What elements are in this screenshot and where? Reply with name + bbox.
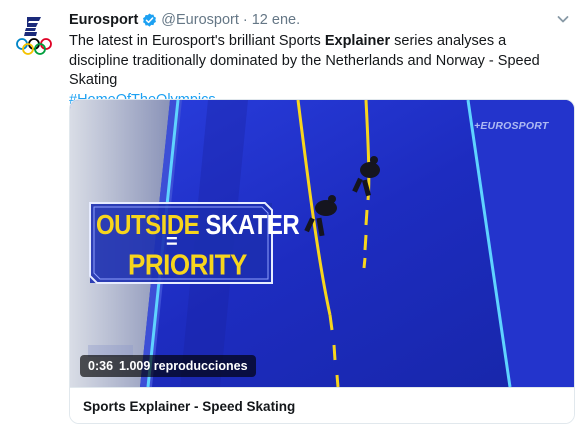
video-stats-overlay: 0:36 1.009 reproducciones: [80, 355, 256, 377]
separator-dot: ·: [242, 12, 248, 28]
author-name[interactable]: Eurosport: [69, 11, 138, 29]
card-title[interactable]: Sports Explainer - Speed Skating: [83, 399, 295, 414]
author-handle[interactable]: @Eurosport: [161, 11, 239, 29]
chevron-down-icon[interactable]: [556, 12, 570, 26]
video-frame-illustration: [70, 100, 574, 387]
graphic-word-priority: PRIORITY: [128, 248, 247, 281]
tweet-header: Eurosport @Eurosport · 12 ene.: [69, 11, 300, 29]
tweet-text-part1: The latest in Eurosport's brilliant Spor…: [69, 33, 325, 49]
tweet: Eurosport @Eurosport · 12 ene. The lates…: [0, 0, 581, 427]
graphic-headline: OUTSIDE SKATER: [96, 210, 300, 242]
tweet-text-bold: Explainer: [324, 33, 391, 49]
video-player[interactable]: OUTSIDE SKATER = PRIORITY +EUROSPORT 0:3…: [70, 100, 574, 387]
channel-watermark: +EUROSPORT: [474, 120, 549, 132]
tweet-timestamp[interactable]: 12 ene.: [252, 11, 300, 29]
video-view-count: 1.009 reproducciones: [119, 359, 248, 373]
graphic-word-skater: SKATER: [199, 210, 300, 242]
eurosport-avatar[interactable]: [13, 14, 55, 56]
verified-badge-icon: [142, 12, 157, 28]
graphic-word-outside: OUTSIDE: [96, 210, 200, 242]
card-footer[interactable]: Sports Explainer - Speed Skating: [70, 387, 574, 423]
video-card[interactable]: OUTSIDE SKATER = PRIORITY +EUROSPORT 0:3…: [69, 99, 575, 424]
video-duration: 0:36: [88, 359, 114, 373]
